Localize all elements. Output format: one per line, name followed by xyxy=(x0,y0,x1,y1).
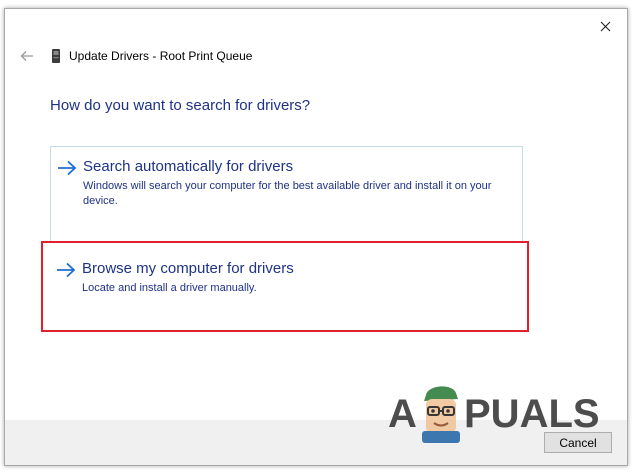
highlight-annotation xyxy=(41,241,529,332)
title-bar: Update Drivers - Root Print Queue xyxy=(51,47,252,65)
back-arrow-icon xyxy=(20,51,33,61)
svg-text:PUALS: PUALS xyxy=(464,392,600,436)
window-title: Update Drivers - Root Print Queue xyxy=(69,49,253,63)
option-heading: Search automatically for drivers xyxy=(83,158,294,175)
mascot-icon xyxy=(422,386,460,443)
close-icon xyxy=(600,21,610,31)
right-arrow-icon xyxy=(58,160,77,176)
svg-text:A: A xyxy=(388,392,417,436)
close-button[interactable] xyxy=(593,15,617,37)
appuals-watermark-logo: A PUALS xyxy=(388,386,600,443)
page-heading: How do you want to search for drivers? xyxy=(50,97,311,114)
option-description: Windows will search your computer for th… xyxy=(83,180,492,207)
printer-queue-icon xyxy=(51,48,61,64)
dialog-window: Update Drivers - Root Print Queue How do… xyxy=(4,8,628,466)
search-automatically-option[interactable]: Search automatically for drivers Windows… xyxy=(50,146,523,242)
back-button[interactable] xyxy=(18,48,36,64)
